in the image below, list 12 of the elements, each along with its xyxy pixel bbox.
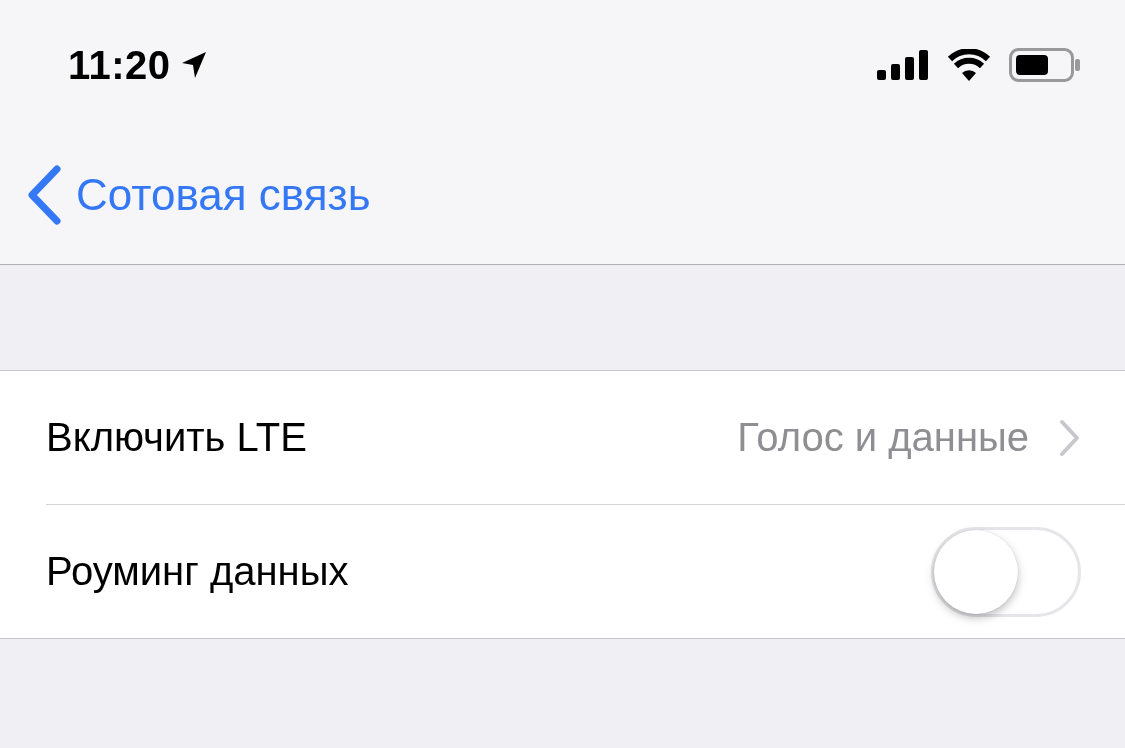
- chevron-icon: [1059, 418, 1081, 457]
- toggle-switch[interactable]: [931, 526, 1081, 617]
- signal-icon: [877, 50, 929, 80]
- row-value[interactable]: Голос и данные: [737, 415, 1029, 460]
- row-label: Включить LTE: [46, 415, 307, 460]
- wifi-icon: [947, 49, 991, 81]
- back-chevron-icon: [26, 165, 62, 225]
- back-button[interactable]: Сотовая связь: [26, 165, 371, 225]
- location-arrow-icon: [180, 51, 207, 79]
- row-label: Роуминг данных: [46, 549, 349, 594]
- status-time: 11:20: [68, 42, 171, 88]
- battery-icon: [1009, 48, 1081, 82]
